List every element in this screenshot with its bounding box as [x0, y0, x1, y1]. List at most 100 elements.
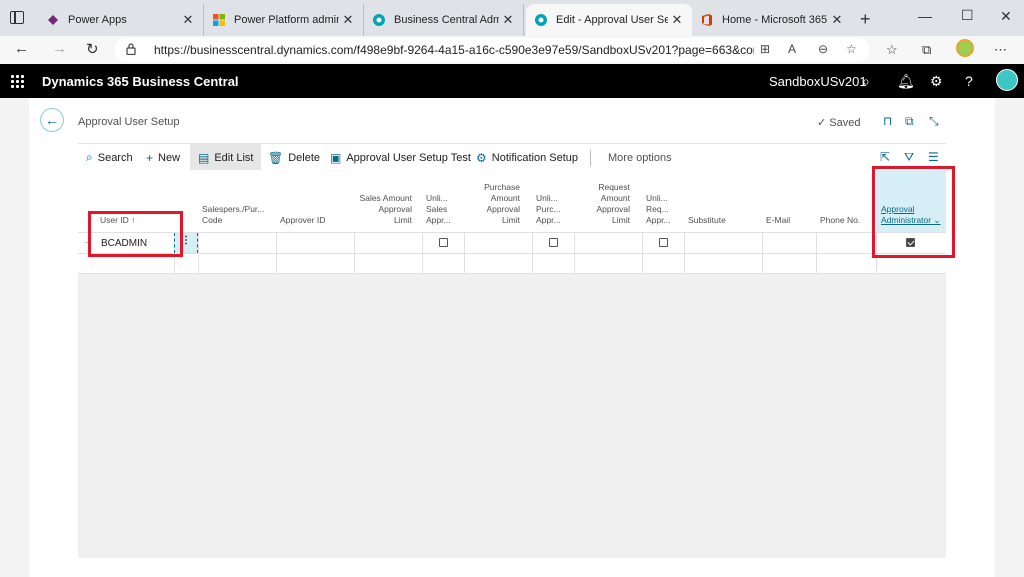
- close-tab-icon[interactable]: ✕: [339, 12, 357, 28]
- filter-icon[interactable]: ⛛: [904, 150, 914, 165]
- cell-empty[interactable]: [684, 254, 762, 274]
- help-icon[interactable]: ?: [965, 73, 973, 89]
- favorites-icon[interactable]: ☆: [886, 42, 898, 58]
- tab-title: Home - Microsoft 365 adm: [722, 14, 828, 26]
- cell-empty[interactable]: [96, 254, 174, 274]
- browser-tab-power-apps[interactable]: Power Apps ✕: [38, 4, 204, 36]
- divider: [590, 150, 591, 166]
- cell-request-amount-limit[interactable]: [574, 233, 642, 253]
- minimize-icon[interactable]: —: [918, 8, 932, 24]
- window-menu-icon[interactable]: [10, 11, 24, 24]
- cell-empty[interactable]: [574, 254, 642, 274]
- header-request-amount-limit[interactable]: Request Amount Approval Limit: [578, 182, 630, 226]
- more-options-button[interactable]: More options: [608, 144, 672, 171]
- bell-icon[interactable]: 🔔︎: [897, 73, 915, 90]
- app-launcher-icon[interactable]: [11, 75, 25, 88]
- unlimited-sales-checkbox[interactable]: [439, 238, 448, 247]
- collapse-icon[interactable]: ⤡: [929, 114, 939, 129]
- bc-header: Dynamics 365 Business Central SandboxUSv…: [0, 64, 1024, 98]
- environment-name[interactable]: SandboxUSv201: [769, 74, 867, 89]
- more-icon[interactable]: ⋯: [994, 42, 1007, 58]
- refresh-icon[interactable]: ↻: [86, 40, 99, 58]
- profile-icon[interactable]: [956, 39, 974, 57]
- tab-title: Business Central Admin Ce: [394, 14, 499, 26]
- cell-substitute[interactable]: [684, 233, 762, 253]
- browser-tab-approval-user-setup[interactable]: Edit - Approval User Setup ✕: [526, 4, 692, 36]
- bookmark-icon[interactable]: ⊓: [883, 114, 892, 128]
- close-tab-icon[interactable]: ✕: [828, 12, 846, 28]
- header-unlimited-request[interactable]: Unli... Req... Appr...: [646, 193, 671, 226]
- cell-empty[interactable]: [762, 254, 816, 274]
- maximize-icon[interactable]: ☐: [961, 7, 974, 24]
- header-salesperson-code[interactable]: Salespers./Pur... Code: [202, 204, 264, 226]
- cell-email[interactable]: [762, 233, 816, 253]
- table-row[interactable]: → BCADMIN ⋮: [78, 232, 946, 253]
- highlight-approval-administrator: [872, 166, 955, 258]
- unlimited-purchase-checkbox[interactable]: [549, 238, 558, 247]
- cell-unlimited-purchase: [532, 233, 574, 253]
- zoom-icon[interactable]: ⊖: [818, 42, 828, 56]
- share-icon[interactable]: ⇱: [880, 150, 890, 164]
- cell-salesperson-code[interactable]: [198, 233, 276, 253]
- header-sales-amount-limit[interactable]: Sales Amount Approval Limit: [354, 193, 412, 226]
- tab-title: Edit - Approval User Setup: [556, 14, 668, 26]
- url-bar[interactable]: https://businesscentral.dynamics.com/f49…: [114, 38, 870, 62]
- cell-purchase-amount-limit[interactable]: [464, 233, 532, 253]
- header-substitute[interactable]: Substitute: [688, 215, 726, 226]
- new-button[interactable]: + New: [146, 144, 180, 171]
- app-title[interactable]: Dynamics 365 Business Central: [42, 74, 239, 89]
- close-tab-icon[interactable]: ✕: [499, 12, 517, 28]
- header-email[interactable]: E-Mail: [766, 215, 790, 226]
- edit-list-button[interactable]: ▤ Edit List: [190, 144, 262, 171]
- url-text: https://businesscentral.dynamics.com/f49…: [154, 43, 754, 57]
- avatar[interactable]: [996, 69, 1018, 91]
- unlimited-request-checkbox[interactable]: [659, 238, 668, 247]
- close-tab-icon[interactable]: ✕: [668, 12, 686, 28]
- open-new-window-icon[interactable]: ⧉: [905, 114, 914, 129]
- search-button[interactable]: ⌕ Search: [86, 144, 133, 171]
- header-approver-id[interactable]: Approver ID: [280, 215, 325, 226]
- notification-setup-button[interactable]: ⚙ Notification Setup: [476, 144, 578, 171]
- header-phone[interactable]: Phone No.: [820, 215, 860, 226]
- cell-empty[interactable]: [816, 254, 876, 274]
- search-icon[interactable]: ⌕: [862, 73, 870, 90]
- microsoft-icon: [213, 14, 225, 26]
- close-window-icon[interactable]: ✕: [1000, 8, 1012, 25]
- business-central-icon: [535, 14, 547, 26]
- cell-phone[interactable]: [816, 233, 876, 253]
- header-unlimited-sales[interactable]: Unli... Sales Appr...: [426, 193, 451, 226]
- lock-icon: [126, 43, 136, 55]
- approval-user-setup-test-button[interactable]: ▣ Approval User Setup Test: [330, 144, 471, 171]
- header-purchase-amount-limit[interactable]: Purchase Amount Approval Limit: [470, 182, 520, 226]
- back-arrow-icon[interactable]: ←: [14, 40, 29, 57]
- cell-empty[interactable]: [198, 254, 276, 274]
- collections-icon[interactable]: ⧉: [922, 42, 931, 58]
- list-view-icon[interactable]: ☰: [928, 150, 939, 164]
- cell-approver-id[interactable]: [276, 233, 354, 253]
- favorite-icon[interactable]: ☆: [846, 42, 857, 56]
- cell-unlimited-request: [642, 233, 684, 253]
- cell-empty[interactable]: [422, 254, 464, 274]
- gear-icon[interactable]: ⚙: [930, 73, 943, 90]
- page-content: ← Approval User Setup ✓ Saved ⊓ ⧉ ⤡ ⌕ Sea…: [29, 98, 995, 577]
- new-tab-icon[interactable]: +: [860, 9, 871, 30]
- close-tab-icon[interactable]: ✕: [179, 12, 197, 28]
- read-aloud-icon[interactable]: A: [788, 42, 796, 56]
- header-unlimited-purchase[interactable]: Unli... Purc... Appr...: [536, 193, 561, 226]
- table-row-empty[interactable]: [78, 253, 946, 274]
- browser-tab-m365[interactable]: Home - Microsoft 365 adm ✕: [692, 4, 852, 36]
- browser-tab-power-platform[interactable]: Power Platform admin cer ✕: [204, 4, 364, 36]
- browser-tab-bc-admin[interactable]: Business Central Admin Ce ✕: [364, 4, 524, 36]
- cell-empty[interactable]: [532, 254, 574, 274]
- cell-empty[interactable]: [354, 254, 422, 274]
- cell-sales-amount-limit[interactable]: [354, 233, 422, 253]
- forward-arrow-icon[interactable]: →: [52, 40, 67, 57]
- cell-empty[interactable]: [464, 254, 532, 274]
- apps-icon[interactable]: ⊞: [760, 42, 770, 56]
- back-button[interactable]: ←: [40, 108, 64, 132]
- address-bar-row: ← → ↻ https://businesscentral.dynamics.c…: [0, 36, 1024, 64]
- report-icon: ▣: [330, 150, 342, 165]
- cell-empty[interactable]: [642, 254, 684, 274]
- delete-button[interactable]: 🗑︎ Delete: [268, 144, 320, 171]
- cell-empty[interactable]: [276, 254, 354, 274]
